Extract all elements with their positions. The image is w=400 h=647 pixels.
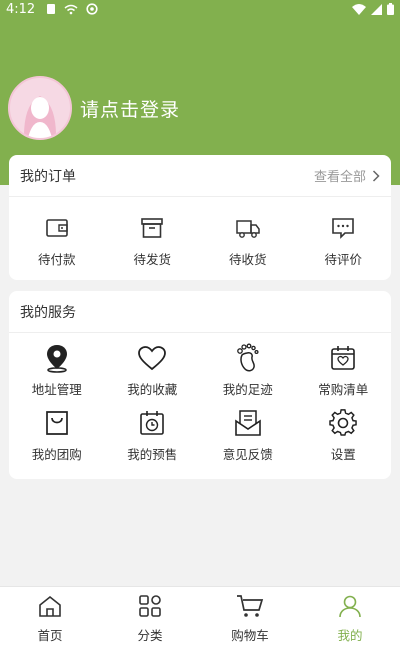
- order-label: 待付款: [37, 252, 76, 267]
- service-label: 意见反馈: [222, 447, 273, 462]
- service-label: 地址管理: [31, 382, 82, 397]
- service-label: 我的团购: [31, 447, 82, 462]
- service-label: 我的收藏: [127, 382, 178, 397]
- comment-icon: [331, 213, 355, 243]
- box-icon: [140, 213, 164, 243]
- view-all-label: 查看全部: [313, 170, 366, 185]
- signal-icon: [371, 3, 382, 19]
- sync-icon: [86, 3, 98, 19]
- order-label: 待评价: [324, 252, 362, 267]
- tab-label: 首页: [37, 628, 63, 643]
- order-label: 待发货: [133, 252, 171, 267]
- tab-home[interactable]: 首页: [0, 587, 100, 647]
- shopping-bag-icon: [43, 408, 71, 438]
- service-footprints[interactable]: 我的足迹: [200, 343, 296, 398]
- service-label: 我的预售: [127, 447, 178, 462]
- tab-label: 购物车: [231, 628, 269, 643]
- wifi-icon: [352, 3, 366, 19]
- order-pending-shipment[interactable]: 待发货: [105, 213, 201, 268]
- calendar-clock-icon: [138, 408, 166, 438]
- chevron-right-icon: [372, 169, 380, 182]
- tab-category[interactable]: 分类: [100, 587, 200, 647]
- wifi-notification-icon: [64, 4, 78, 19]
- bottom-tab-bar: 首页 分类 购物车 我的: [0, 586, 400, 647]
- order-pending-review[interactable]: 待评价: [296, 213, 392, 268]
- service-address[interactable]: 地址管理: [9, 343, 105, 398]
- tab-mine[interactable]: 我的: [300, 587, 400, 647]
- order-pending-payment[interactable]: 待付款: [9, 213, 105, 268]
- tab-label: 分类: [137, 628, 163, 643]
- service-presale[interactable]: 我的预售: [105, 408, 201, 463]
- feedback-envelope-icon: [233, 408, 263, 438]
- battery-icon: [387, 3, 394, 19]
- order-label: 待收货: [228, 252, 267, 267]
- services-title: 我的服务: [20, 304, 76, 321]
- orders-card-header: 我的订单 查看全部: [9, 155, 391, 197]
- service-frequent-list[interactable]: 常购清单: [296, 343, 392, 398]
- location-pin-icon: [43, 343, 71, 373]
- status-time: 4:12: [6, 2, 36, 17]
- gear-icon: [329, 408, 358, 438]
- service-favorites[interactable]: 我的收藏: [105, 343, 201, 398]
- view-all-orders-link[interactable]: 查看全部: [314, 166, 380, 185]
- login-prompt[interactable]: 请点击登录: [80, 95, 180, 122]
- heart-icon: [137, 343, 167, 373]
- service-settings[interactable]: 设置: [296, 408, 392, 463]
- person-icon: [338, 594, 362, 622]
- services-card-header: 我的服务: [9, 291, 391, 333]
- home-icon: [37, 594, 63, 622]
- tab-label: 我的: [337, 628, 363, 643]
- cart-icon: [236, 594, 264, 622]
- category-grid-icon: [138, 594, 162, 622]
- notification-icon: [46, 3, 56, 19]
- orders-title: 我的订单: [20, 168, 76, 185]
- service-label: 我的足迹: [222, 382, 273, 397]
- avatar[interactable]: [8, 76, 72, 140]
- orders-card: 我的订单 查看全部 待付款 待发货 待收货 待评价: [9, 155, 391, 280]
- wallet-icon: [45, 213, 69, 243]
- service-feedback[interactable]: 意见反馈: [200, 408, 296, 463]
- service-label: 设置: [330, 447, 356, 462]
- status-bar: 4:12: [0, 0, 400, 20]
- footprint-icon: [234, 343, 262, 373]
- service-group-buy[interactable]: 我的团购: [9, 408, 105, 463]
- services-card: 我的服务 地址管理 我的收藏 我的足迹 常购清单 我的团购 我的预售 意见反馈 …: [9, 291, 391, 479]
- truck-icon: [235, 213, 261, 243]
- tab-cart[interactable]: 购物车: [200, 587, 300, 647]
- calendar-heart-icon: [329, 343, 357, 373]
- order-pending-receipt[interactable]: 待收货: [200, 213, 296, 268]
- service-label: 常购清单: [318, 382, 369, 397]
